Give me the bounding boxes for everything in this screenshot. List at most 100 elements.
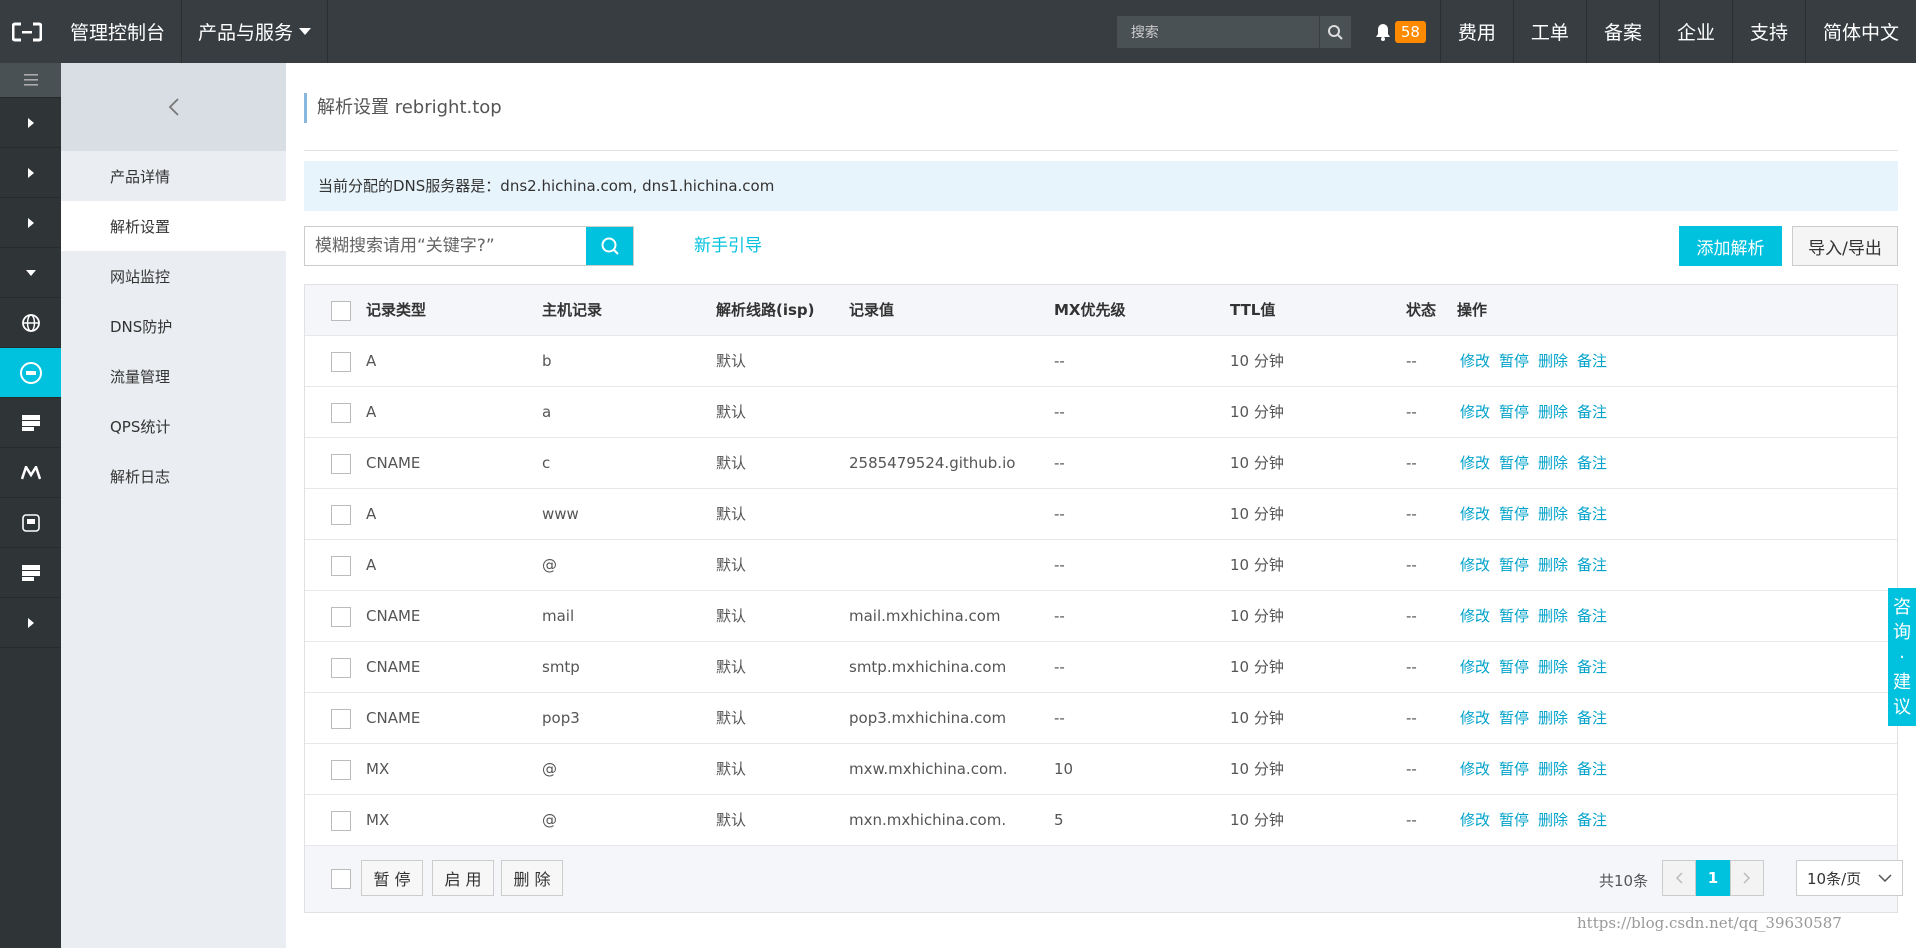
nav-enterprise[interactable]: 企业 [1658, 0, 1732, 63]
note-link[interactable]: 备注 [1577, 352, 1607, 370]
server-icon[interactable] [0, 398, 61, 448]
m-logo-icon[interactable] [0, 448, 61, 498]
import-export-button[interactable]: 导入/导出 [1792, 226, 1898, 266]
edit-link[interactable]: 修改 [1460, 454, 1490, 472]
row-checkbox[interactable] [331, 658, 351, 678]
pause-link[interactable]: 暂停 [1499, 607, 1529, 625]
next-page-button[interactable] [1730, 860, 1764, 896]
note-link[interactable]: 备注 [1577, 454, 1607, 472]
search-button[interactable] [586, 227, 633, 265]
chevron-left-icon [1675, 872, 1683, 884]
monitor-icon[interactable] [0, 498, 61, 548]
pause-link[interactable]: 暂停 [1499, 505, 1529, 523]
record-search-input[interactable] [305, 227, 586, 265]
row-checkbox[interactable] [331, 607, 351, 627]
note-link[interactable]: 备注 [1577, 760, 1607, 778]
edit-link[interactable]: 修改 [1460, 556, 1490, 574]
dns-icon[interactable] [0, 348, 61, 398]
caret-right-icon[interactable] [0, 148, 61, 198]
delete-link[interactable]: 删除 [1538, 505, 1568, 523]
row-checkbox[interactable] [331, 505, 351, 525]
nav-language[interactable]: 简体中文 [1804, 0, 1916, 63]
pause-link[interactable]: 暂停 [1499, 454, 1529, 472]
edit-link[interactable]: 修改 [1460, 505, 1490, 523]
edit-link[interactable]: 修改 [1460, 403, 1490, 421]
delete-link[interactable]: 删除 [1538, 403, 1568, 421]
nav-support[interactable]: 支持 [1731, 0, 1805, 63]
cell-host: @ [542, 556, 557, 574]
nav-tickets[interactable]: 工单 [1512, 0, 1586, 63]
add-record-button[interactable]: 添加解析 [1679, 226, 1782, 266]
note-link[interactable]: 备注 [1577, 607, 1607, 625]
products-menu[interactable]: 产品与服务 [182, 0, 329, 63]
sidebar-item-dns-protection[interactable]: DNS防护 [61, 301, 286, 351]
page-number[interactable]: 1 [1696, 860, 1730, 896]
globe-icon[interactable] [0, 298, 61, 348]
note-link[interactable]: 备注 [1577, 556, 1607, 574]
page-size-select[interactable]: 10条/页 [1796, 860, 1903, 896]
pause-link[interactable]: 暂停 [1499, 811, 1529, 829]
pause-link[interactable]: 暂停 [1499, 760, 1529, 778]
note-link[interactable]: 备注 [1577, 505, 1607, 523]
console-link[interactable]: 管理控制台 [54, 0, 183, 63]
caret-right-icon[interactable] [0, 598, 61, 648]
note-link[interactable]: 备注 [1577, 709, 1607, 727]
notifications[interactable]: 58 [1361, 20, 1440, 43]
pause-link[interactable]: 暂停 [1499, 709, 1529, 727]
delete-link[interactable]: 删除 [1538, 556, 1568, 574]
edit-link[interactable]: 修改 [1460, 811, 1490, 829]
sidebar-item-dns-settings[interactable]: 解析设置 [61, 201, 286, 251]
enable-button[interactable]: 启 用 [432, 860, 494, 896]
aliyun-logo-icon[interactable] [0, 0, 54, 63]
row-checkbox[interactable] [331, 454, 351, 474]
sidebar-item-product-detail[interactable]: 产品详情 [61, 151, 286, 201]
edit-link[interactable]: 修改 [1460, 352, 1490, 370]
pause-link[interactable]: 暂停 [1499, 403, 1529, 421]
sidebar-item-traffic[interactable]: 流量管理 [61, 351, 286, 401]
edit-link[interactable]: 修改 [1460, 760, 1490, 778]
delete-link[interactable]: 删除 [1538, 760, 1568, 778]
caret-right-icon[interactable] [0, 98, 61, 148]
search-icon[interactable] [1318, 15, 1351, 48]
guide-link[interactable]: 新手引导 [694, 233, 762, 259]
pause-link[interactable]: 暂停 [1499, 352, 1529, 370]
delete-link[interactable]: 删除 [1538, 709, 1568, 727]
server-icon[interactable] [0, 548, 61, 598]
row-checkbox[interactable] [331, 760, 351, 780]
delete-link[interactable]: 删除 [1538, 811, 1568, 829]
note-link[interactable]: 备注 [1577, 403, 1607, 421]
note-link[interactable]: 备注 [1577, 658, 1607, 676]
footer-select-checkbox[interactable] [331, 869, 351, 889]
select-all-checkbox[interactable] [331, 301, 351, 321]
sidebar-item-site-monitor[interactable]: 网站监控 [61, 251, 286, 301]
top-search[interactable]: 搜索 [1116, 15, 1351, 48]
row-checkbox[interactable] [331, 352, 351, 372]
prev-page-button[interactable] [1662, 860, 1696, 896]
menu-toggle-icon[interactable] [0, 63, 61, 98]
pause-link[interactable]: 暂停 [1499, 556, 1529, 574]
feedback-tab[interactable]: 咨 询 · 建 议 [1888, 588, 1916, 726]
row-checkbox[interactable] [331, 556, 351, 576]
caret-down-icon[interactable] [0, 248, 61, 298]
delete-link[interactable]: 删除 [1538, 658, 1568, 676]
pause-button[interactable]: 暂 停 [361, 860, 423, 896]
edit-link[interactable]: 修改 [1460, 607, 1490, 625]
sidebar-item-logs[interactable]: 解析日志 [61, 451, 286, 501]
row-checkbox[interactable] [331, 403, 351, 423]
delete-button[interactable]: 删 除 [501, 860, 563, 896]
nav-fees[interactable]: 费用 [1439, 0, 1513, 63]
back-button[interactable] [61, 63, 286, 151]
row-actions: 修改 暂停 删除 备注 [1460, 540, 1616, 591]
row-checkbox[interactable] [331, 709, 351, 729]
row-checkbox[interactable] [331, 811, 351, 831]
delete-link[interactable]: 删除 [1538, 607, 1568, 625]
edit-link[interactable]: 修改 [1460, 709, 1490, 727]
nav-icp[interactable]: 备案 [1585, 0, 1659, 63]
delete-link[interactable]: 删除 [1538, 352, 1568, 370]
pause-link[interactable]: 暂停 [1499, 658, 1529, 676]
edit-link[interactable]: 修改 [1460, 658, 1490, 676]
sidebar-item-qps[interactable]: QPS统计 [61, 401, 286, 451]
caret-right-icon[interactable] [0, 198, 61, 248]
note-link[interactable]: 备注 [1577, 811, 1607, 829]
delete-link[interactable]: 删除 [1538, 454, 1568, 472]
